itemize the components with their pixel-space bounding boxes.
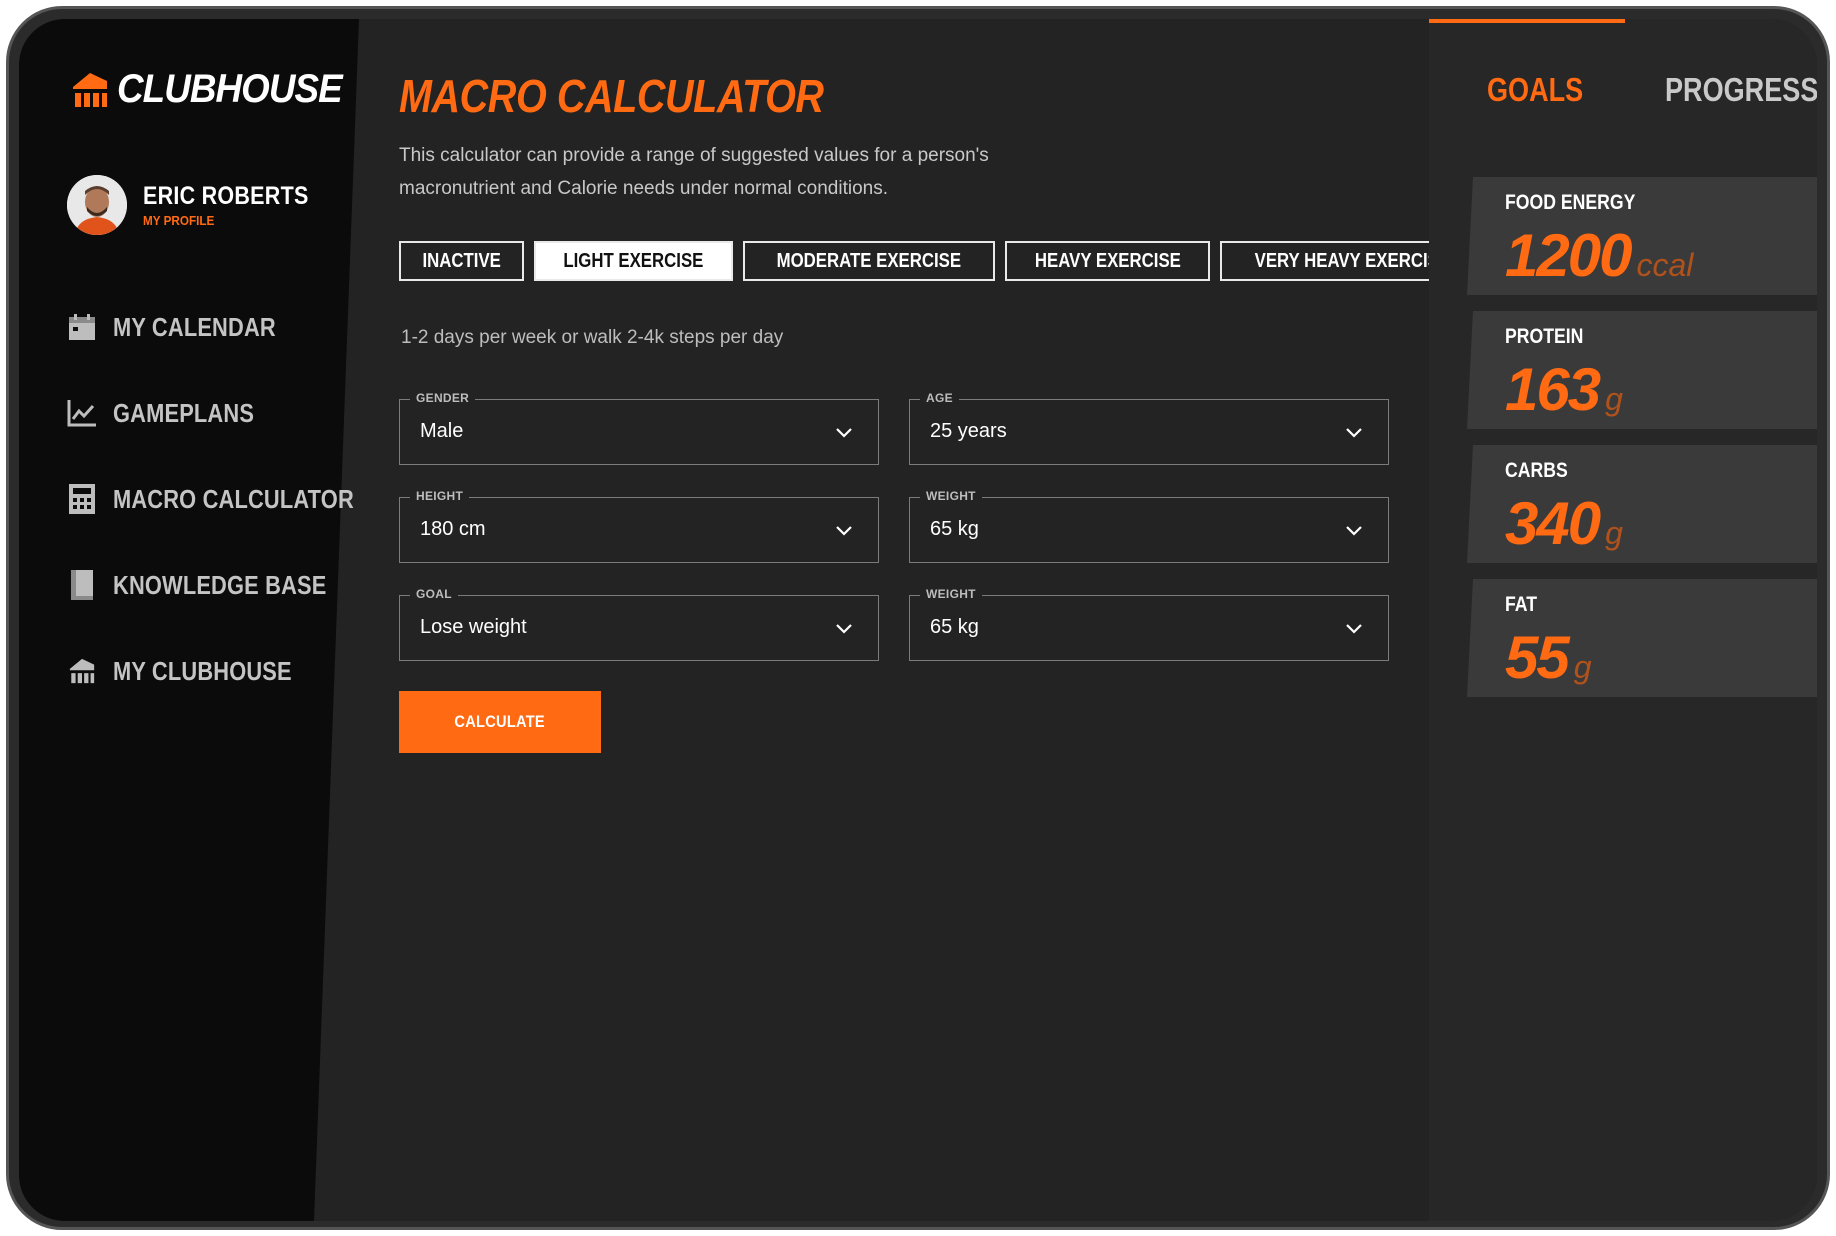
weight-select[interactable]: WEIGHT 65 kg: [909, 489, 1389, 563]
sidebar-item-label: GAMEPLANS: [113, 397, 255, 428]
stat-label: FAT: [1505, 593, 1538, 616]
sidebar-item-label: KNOWLEDGE BASE: [113, 569, 327, 600]
gender-select[interactable]: GENDER Male: [399, 391, 879, 465]
sidebar-item-my-clubhouse[interactable]: MY CLUBHOUSE: [65, 653, 400, 689]
stat-number: 1200: [1505, 222, 1632, 289]
sidebar-item-label: MY CALENDAR: [113, 311, 276, 342]
field-label: AGE: [920, 391, 959, 405]
calculator-icon: [65, 482, 99, 516]
avatar[interactable]: [67, 175, 127, 235]
tab-heavy-exercise[interactable]: HEAVY EXERCISE: [1004, 241, 1211, 281]
stat-number: 55: [1505, 624, 1570, 691]
calendar-icon: [65, 310, 99, 344]
carbs-card: CARBS 340 g: [1467, 445, 1817, 563]
age-select[interactable]: AGE 25 years: [909, 391, 1389, 465]
sidebar-item-label: MACRO CALCULATOR: [113, 483, 354, 514]
stat-label: FOOD ENERGY: [1505, 191, 1636, 214]
height-select[interactable]: HEIGHT 180 cm: [399, 489, 879, 563]
goal-select[interactable]: GOAL Lose weight: [399, 587, 879, 661]
food-energy-card: FOOD ENERGY 1200 ccal: [1467, 177, 1817, 295]
active-tab-indicator: [1429, 19, 1625, 23]
stat-unit: ccal: [1636, 247, 1694, 283]
tab-progress[interactable]: PROGRESS: [1665, 71, 1817, 109]
tab-light-exercise[interactable]: LIGHT EXERCISE: [534, 241, 734, 281]
field-label: WEIGHT: [920, 587, 982, 601]
stat-value: 163 g: [1505, 355, 1623, 424]
field-value: 25 years: [930, 420, 1007, 442]
stat-unit: g: [1605, 515, 1623, 551]
device-frame: CLUBHOUSE ERIC ROBERTS MY PROFILE MY CAL…: [6, 6, 1830, 1230]
field-value: Male: [420, 420, 464, 442]
brand-logo[interactable]: CLUBHOUSE: [69, 67, 361, 112]
stat-unit: g: [1573, 649, 1592, 685]
results-panel: GOALS PROGRESS FOOD ENERGY 1200 ccal PRO…: [1429, 19, 1817, 1221]
page-title: MACRO CALCULATOR: [399, 70, 824, 122]
chevron-down-icon: [1346, 526, 1362, 536]
stat-value: 1200 ccal: [1505, 221, 1693, 290]
sidebar-item-knowledge-base[interactable]: KNOWLEDGE BASE: [65, 567, 400, 603]
calculate-button[interactable]: CALCULATE: [399, 691, 601, 753]
field-value: Lose weight: [420, 616, 527, 638]
stat-number: 163: [1505, 356, 1601, 423]
tab-label: INACTIVE: [422, 249, 501, 272]
activity-tabs: INACTIVE LIGHT EXERCISE MODERATE EXERCIS…: [399, 241, 1495, 281]
chevron-down-icon: [836, 526, 852, 536]
field-label: HEIGHT: [410, 489, 470, 503]
chart-line-icon: [65, 396, 99, 430]
field-label: GOAL: [410, 587, 458, 601]
fat-card: FAT 55 g: [1467, 579, 1817, 697]
stat-value: 340 g: [1505, 489, 1623, 558]
stat-value: 55 g: [1505, 623, 1592, 692]
chevron-down-icon: [1346, 624, 1362, 634]
avatar-photo: [67, 175, 127, 235]
clubhouse-logo-icon: [73, 72, 107, 107]
field-label: GENDER: [410, 391, 476, 405]
field-value: 180 cm: [420, 518, 486, 540]
stat-unit: g: [1605, 381, 1623, 417]
my-profile-link[interactable]: MY PROFILE: [143, 213, 316, 228]
brand-name: CLUBHOUSE: [117, 67, 343, 111]
tab-inactive[interactable]: INACTIVE: [399, 241, 525, 281]
intro-text: This calculator can provide a range of s…: [399, 145, 989, 199]
chevron-down-icon: [836, 428, 852, 438]
stat-label: CARBS: [1505, 459, 1568, 482]
tab-label: VERY HEAVY EXERCISE: [1255, 249, 1451, 272]
stat-label: PROTEIN: [1505, 325, 1584, 348]
tab-goals[interactable]: GOALS: [1487, 71, 1583, 109]
app-screen: CLUBHOUSE ERIC ROBERTS MY PROFILE MY CAL…: [19, 19, 1817, 1221]
field-label: WEIGHT: [920, 489, 982, 503]
stat-number: 340: [1505, 490, 1601, 557]
chevron-down-icon: [836, 624, 852, 634]
sidebar-item-label: MY CLUBHOUSE: [113, 655, 292, 686]
main-content: MACRO CALCULATOR This calculator can pro…: [399, 19, 1486, 1221]
tab-label: LIGHT EXERCISE: [563, 249, 704, 272]
tab-label: MODERATE EXERCISE: [776, 249, 962, 272]
protein-card: PROTEIN 163 g: [1467, 311, 1817, 429]
sidebar-item-macro-calculator[interactable]: MACRO CALCULATOR: [65, 481, 400, 517]
chevron-down-icon: [1346, 428, 1362, 438]
calculate-label: CALCULATE: [454, 712, 546, 731]
profile-text: ERIC ROBERTS MY PROFILE: [143, 182, 336, 228]
clubhouse-icon: [65, 654, 99, 688]
profile-name: ERIC ROBERTS: [143, 182, 309, 210]
activity-description: 1-2 days per week or walk 2-4k steps per…: [401, 327, 784, 348]
profile[interactable]: ERIC ROBERTS MY PROFILE: [67, 175, 336, 235]
sidebar-item-my-calendar[interactable]: MY CALENDAR: [65, 309, 400, 345]
sidebar-nav: MY CALENDAR GAMEPLANS MACRO CALCULATOR K…: [65, 309, 400, 739]
tab-moderate-exercise[interactable]: MODERATE EXERCISE: [743, 241, 995, 281]
target-weight-select[interactable]: WEIGHT 65 kg: [909, 587, 1389, 661]
field-value: 65 kg: [930, 518, 979, 540]
field-value: 65 kg: [930, 616, 979, 638]
tab-label: HEAVY EXERCISE: [1034, 249, 1181, 272]
book-icon: [65, 568, 99, 602]
sidebar-item-gameplans[interactable]: GAMEPLANS: [65, 395, 400, 431]
